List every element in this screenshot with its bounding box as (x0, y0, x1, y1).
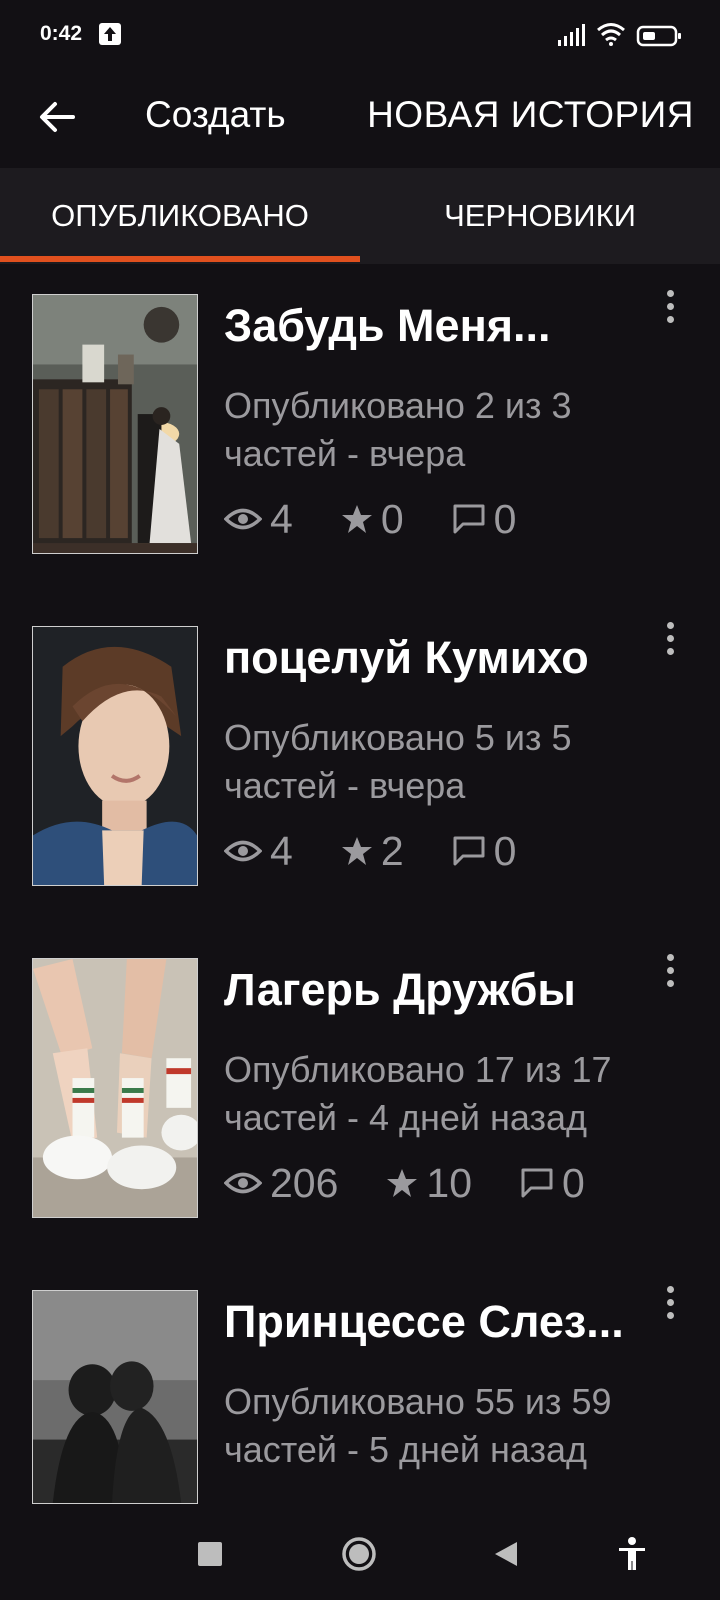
story-stats: 206 10 0 (224, 1158, 633, 1208)
views-stat: 206 (224, 1160, 338, 1207)
story-meta: Опубликовано 55 из 59 частей - 5 дней на… (224, 1378, 704, 1474)
more-options-button[interactable] (652, 1280, 688, 1324)
story-title: Лагерь Дружбы (224, 964, 576, 1015)
story-meta-published: Опубликовано 55 из 59 (224, 1381, 612, 1422)
votes-count: 0 (380, 495, 404, 542)
page-title: Создать (145, 94, 286, 135)
circle-icon (342, 1537, 376, 1571)
story-meta-parts: частей - вчера (224, 433, 466, 474)
wifi-icon (597, 23, 625, 46)
list-item[interactable]: Лагерь Дружбы Опубликовано 17 из 17 част… (0, 928, 720, 1260)
story-meta: Опубликовано 17 из 17 частей - 4 дней на… (224, 1046, 704, 1142)
home-button[interactable] (339, 1534, 379, 1574)
story-meta: Опубликовано 5 из 5 частей - вчера (224, 714, 704, 810)
comments-stat: 0 (452, 495, 517, 543)
story-cover (32, 294, 198, 554)
more-options-button[interactable] (652, 616, 688, 660)
signal-icon (558, 24, 585, 46)
accessibility-button[interactable] (612, 1534, 652, 1574)
story-meta-published: Опубликовано 2 из 3 (224, 385, 572, 426)
new-story-button[interactable]: НОВАЯ ИСТОРИЯ (367, 94, 694, 136)
views-count: 4 (270, 827, 293, 874)
comments-count: 0 (493, 495, 517, 542)
votes-stat: 0 (341, 496, 404, 543)
story-stats: 4 0 0 (224, 494, 564, 544)
views-stat: 4 (224, 496, 293, 543)
comments-count: 0 (562, 1159, 585, 1206)
app-bar: Создать НОВАЯ ИСТОРИЯ (0, 70, 720, 168)
comment-icon (453, 836, 485, 866)
more-options-button[interactable] (652, 284, 688, 328)
views-count: 4 (270, 495, 293, 542)
votes-stat: 2 (341, 828, 404, 875)
tab-bar: ОПУБЛИКОВАНО ЧЕРНОВИКИ (0, 168, 720, 264)
comments-stat: 0 (520, 1160, 585, 1207)
comment-icon (521, 1168, 553, 1198)
list-item[interactable]: поцелуй Кумихо Опубликовано 5 из 5 часте… (0, 596, 720, 928)
votes-count: 2 (380, 827, 404, 874)
upload-icon (99, 23, 121, 45)
accessibility-icon (619, 1537, 645, 1570)
story-stats: 4 2 0 (224, 826, 564, 876)
arrow-left-icon (40, 102, 75, 132)
story-cover (32, 1290, 198, 1504)
star-icon (341, 837, 372, 865)
comments-count: 0 (493, 827, 517, 874)
status-bar: 0:42 (0, 0, 720, 70)
back-button[interactable] (32, 92, 82, 142)
eye-icon (224, 840, 262, 862)
comment-icon (453, 504, 485, 534)
tab-indicator (0, 256, 360, 262)
story-cover (32, 958, 198, 1218)
story-title: Принцессе Слез... (224, 1296, 624, 1347)
votes-count: 10 (426, 1159, 473, 1206)
star-icon (341, 505, 372, 533)
star-icon (387, 1169, 418, 1197)
story-meta: Опубликовано 2 из 3 частей - вчера (224, 382, 704, 478)
recents-button[interactable] (190, 1534, 230, 1574)
story-meta-published: Опубликовано 5 из 5 (224, 717, 572, 758)
back-nav-button[interactable] (486, 1534, 526, 1574)
more-options-button[interactable] (652, 948, 688, 992)
status-time: 0:42 (40, 22, 83, 45)
views-count: 206 (270, 1159, 339, 1206)
triangle-back-icon (495, 1542, 517, 1566)
square-icon (198, 1542, 222, 1566)
comments-stat: 0 (452, 827, 517, 875)
story-title: поцелуй Кумихо (224, 632, 589, 683)
story-meta-parts: частей - вчера (224, 765, 466, 806)
votes-stat: 10 (386, 1160, 472, 1207)
list-item[interactable]: Забудь Меня... Опубликовано 2 из 3 часте… (0, 264, 720, 596)
story-meta-published: Опубликовано 17 из 17 (224, 1049, 612, 1090)
eye-icon (224, 508, 262, 530)
story-title: Забудь Меня... (224, 300, 551, 351)
story-meta-parts: частей - 5 дней назад (224, 1429, 588, 1470)
story-list: Забудь Меня... Опубликовано 2 из 3 часте… (0, 264, 720, 1504)
views-stat: 4 (224, 828, 293, 875)
story-cover (32, 626, 198, 886)
tab-published[interactable]: ОПУБЛИКОВАНО (0, 168, 360, 264)
eye-icon (224, 1172, 262, 1194)
battery-icon (636, 25, 681, 47)
system-nav-bar (0, 1504, 720, 1600)
tab-drafts[interactable]: ЧЕРНОВИКИ (360, 168, 720, 264)
story-meta-parts: частей - 4 дней назад (224, 1097, 588, 1138)
list-item[interactable]: Принцессе Слез... Опубликовано 55 из 59 … (0, 1260, 720, 1504)
